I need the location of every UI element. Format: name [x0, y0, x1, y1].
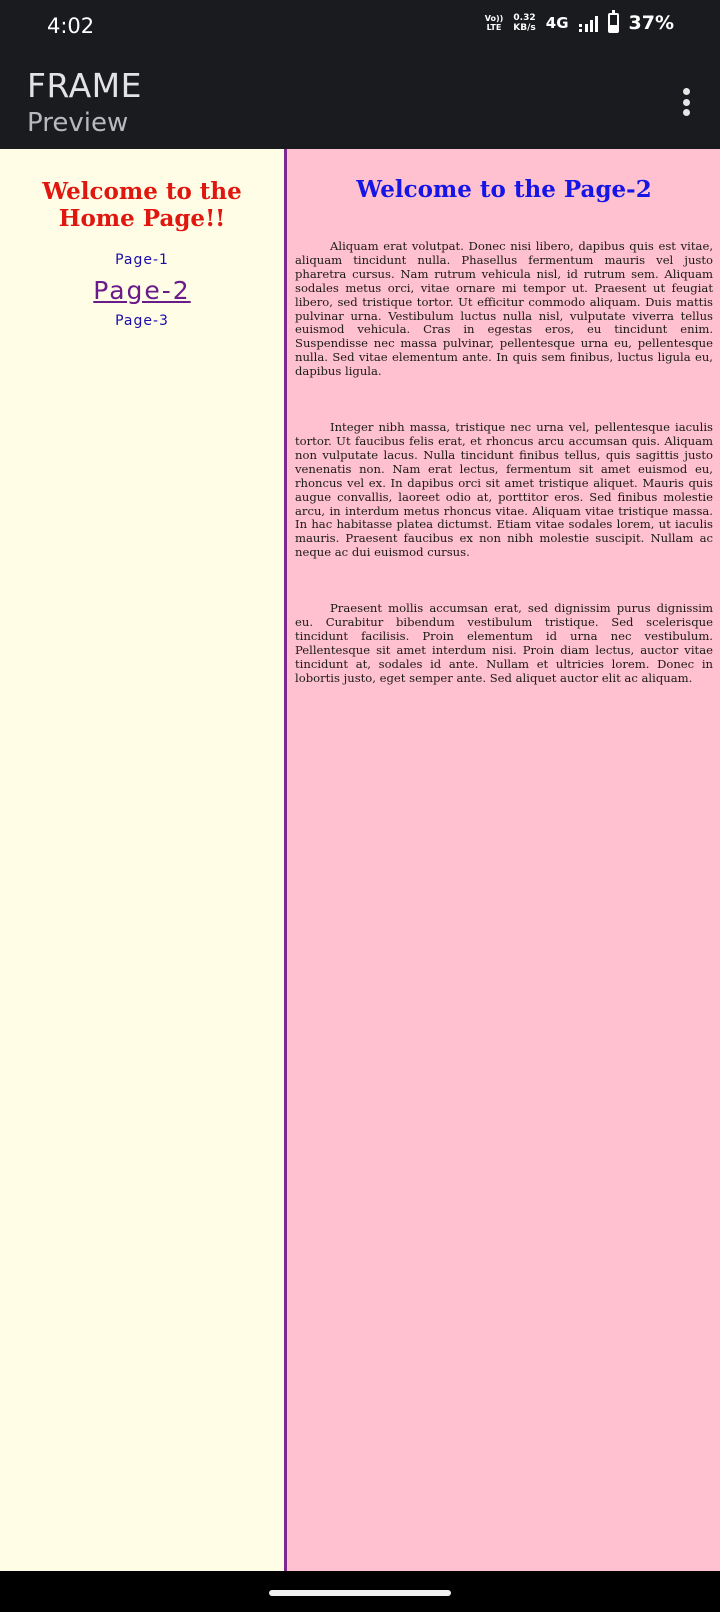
status-icons: Vo)) LTE 0.32 KB/s 4G 37%	[485, 10, 674, 34]
page-1-link[interactable]: Page-1	[0, 250, 284, 270]
home-heading: Welcome to the Home Page!!	[42, 178, 242, 232]
nav-links: Page-1 Page-2 Page-3	[0, 250, 284, 331]
volte-icon: Vo)) LTE	[485, 14, 504, 32]
status-time: 4:02	[47, 14, 95, 38]
frameset: Welcome to the Home Page!! Page-1 Page-2…	[0, 149, 720, 1571]
battery-percent: 37%	[628, 12, 674, 34]
volte-bottom: LTE	[486, 23, 502, 32]
app-title: FRAME	[27, 66, 142, 105]
system-nav-bar	[0, 1571, 720, 1612]
right-frame: Welcome to the Page-2 Aliquam erat volut…	[287, 149, 720, 1571]
app-subtitle: Preview	[27, 108, 129, 138]
more-vert-icon[interactable]	[674, 84, 698, 120]
network-speed-value: 0.32	[513, 13, 536, 23]
page-heading: Welcome to the Page-2	[356, 176, 652, 203]
left-frame: Welcome to the Home Page!! Page-1 Page-2…	[0, 149, 287, 1571]
battery-icon	[607, 10, 619, 33]
network-type: 4G	[545, 14, 569, 32]
page-2-link[interactable]: Page-2	[0, 276, 284, 306]
signal-icon	[578, 14, 598, 32]
app-bar: FRAME Preview	[0, 56, 720, 149]
paragraph-1: Aliquam erat volutpat. Donec nisi libero…	[295, 239, 713, 379]
network-speed-unit: KB/s	[513, 23, 536, 33]
network-speed: 0.32 KB/s	[513, 13, 535, 33]
page-3-link[interactable]: Page-3	[0, 311, 284, 331]
paragraph-2: Integer nibh massa, tristique nec urna v…	[295, 420, 713, 560]
status-bar: 4:02 Vo)) LTE 0.32 KB/s 4G 37%	[0, 0, 720, 56]
paragraph-3: Praesent mollis accumsan erat, sed digni…	[295, 601, 713, 685]
home-gesture-handle[interactable]	[269, 1590, 451, 1596]
volte-top: Vo))	[484, 14, 504, 23]
